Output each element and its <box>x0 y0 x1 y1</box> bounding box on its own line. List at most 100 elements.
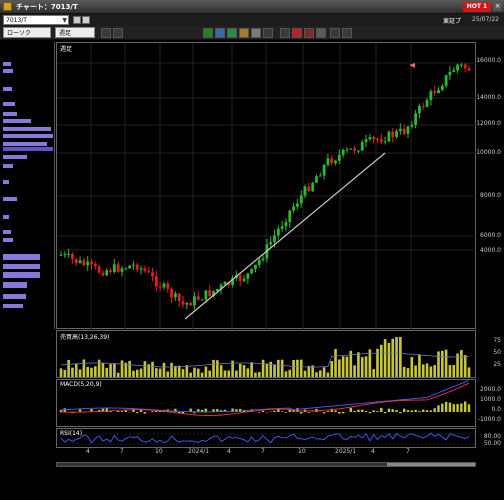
hot-badge[interactable]: HOT 1 <box>463 2 491 12</box>
candle-body <box>318 175 322 177</box>
volume-bar <box>395 337 398 377</box>
toolbar-button-6[interactable] <box>239 28 249 38</box>
toolbar-button-2[interactable] <box>113 28 123 38</box>
rsi-panel[interactable]: RSI(14) <box>56 428 477 448</box>
candle-body <box>59 254 63 256</box>
macd-histogram-bar <box>143 412 147 414</box>
horizontal-scrollbar[interactable] <box>56 462 476 467</box>
candle-body <box>364 139 368 143</box>
candle-body <box>410 124 414 127</box>
candle-body <box>288 210 292 223</box>
volume-bar <box>105 367 109 377</box>
toolbar-button-5[interactable] <box>227 28 237 38</box>
toolbar-button-7[interactable] <box>251 28 261 38</box>
toolbar-button-14[interactable] <box>342 28 352 38</box>
candle-body <box>459 64 463 66</box>
macd-chart <box>59 380 471 416</box>
macd-histogram-bar <box>441 403 444 412</box>
macd-axis: 2000.0 1000.0 0.0 -1000.0 <box>476 379 504 427</box>
candle-body <box>246 273 250 279</box>
macd-histogram-bar <box>425 410 429 412</box>
price-tick: 10000.0 <box>476 149 501 156</box>
time-label: 2025/1 <box>335 448 357 455</box>
volume-bar <box>174 365 177 377</box>
time-axis: 4 7 10 2024/1 4 7 10 2025/1 4 7 <box>56 448 476 458</box>
price-panel[interactable]: 週足 <box>56 42 477 330</box>
candle-body <box>315 176 318 183</box>
macd-histogram-bar <box>395 410 398 412</box>
chart-toolbar: ローソク 週足 <box>0 26 504 40</box>
time-label: 4 <box>371 448 375 455</box>
macd-panel-label: MACD(5,20,9) <box>60 381 102 388</box>
price-tick: 12000.0 <box>476 120 501 127</box>
candle-body <box>63 254 67 256</box>
toolbar-button-3[interactable] <box>203 28 213 38</box>
stock-code-input[interactable]: 7013/T ▼ <box>3 15 69 25</box>
candle-body <box>357 150 360 152</box>
volume-bar <box>280 359 284 377</box>
volume-bar <box>421 364 425 377</box>
volume-bar <box>265 363 269 377</box>
grid-icon[interactable] <box>82 16 90 24</box>
candle-body <box>154 276 158 287</box>
candle-body <box>444 75 448 86</box>
volume-bar <box>383 339 387 377</box>
candle-body <box>74 258 78 263</box>
macd-histogram-bar <box>418 411 421 412</box>
candle-body <box>330 158 334 164</box>
toolbar-button-8[interactable] <box>263 28 273 38</box>
volume-bar <box>399 337 402 377</box>
volume-bar <box>86 366 89 377</box>
volume-bar <box>155 368 158 377</box>
period-select[interactable]: 週足 <box>55 27 95 38</box>
chart-type-select[interactable]: ローソク <box>3 27 51 38</box>
candle-body <box>456 64 459 71</box>
volume-bar <box>82 359 86 377</box>
macd-tick: 1000.0 <box>480 396 501 403</box>
toolbar-button-1[interactable] <box>101 28 111 38</box>
volume-bar <box>448 365 452 377</box>
time-label: 7 <box>261 448 265 455</box>
candle-body <box>425 100 429 107</box>
toolbar-button-9[interactable] <box>280 28 290 38</box>
volume-bar <box>71 367 74 377</box>
menu-icon[interactable] <box>73 16 81 24</box>
macd-histogram-bar <box>116 411 120 412</box>
macd-histogram-bar <box>284 412 288 413</box>
candle-body <box>322 164 326 176</box>
volume-bar <box>170 362 173 377</box>
macd-histogram-bar <box>372 410 375 412</box>
volume-bar <box>257 372 261 377</box>
scrollbar-thumb[interactable] <box>387 463 475 466</box>
candle-body <box>101 272 105 276</box>
toolbar-button-11[interactable] <box>304 28 314 38</box>
close-icon[interactable]: × <box>493 2 502 11</box>
volume-bar <box>227 370 231 377</box>
candle-body <box>349 148 353 150</box>
volume-bar <box>78 369 82 377</box>
volume-bar <box>101 362 105 377</box>
volume-bar <box>235 370 238 377</box>
macd-histogram-bar <box>307 412 311 413</box>
macd-histogram-bar <box>444 401 448 412</box>
macd-panel[interactable]: MACD(5,20,9) <box>56 379 476 427</box>
toolbar-button-13[interactable] <box>330 28 340 38</box>
candle-body <box>86 261 90 266</box>
time-label: 7 <box>406 448 410 455</box>
candle-body <box>204 290 208 300</box>
candle-body <box>90 261 93 265</box>
volume-bar <box>277 359 280 377</box>
volume-profile <box>0 42 55 329</box>
volume-tick: 25 <box>493 361 501 368</box>
candle-body <box>189 302 193 306</box>
volume-panel[interactable]: 売買高(13,26,39) <box>56 330 476 378</box>
code-toolbar: 7013/T ▼ 東証プ 25/07/22 <box>0 14 504 26</box>
toolbar-button-4[interactable] <box>215 28 225 38</box>
rsi-tick: 50.00 <box>483 440 501 447</box>
candle-body <box>93 264 97 267</box>
toolbar-button-10[interactable] <box>292 28 302 38</box>
macd-histogram-bar <box>380 407 383 412</box>
toolbar-button-12[interactable] <box>316 28 326 38</box>
rsi-axis: 80.00 50.00 <box>476 428 504 448</box>
volume-bar <box>284 371 288 377</box>
